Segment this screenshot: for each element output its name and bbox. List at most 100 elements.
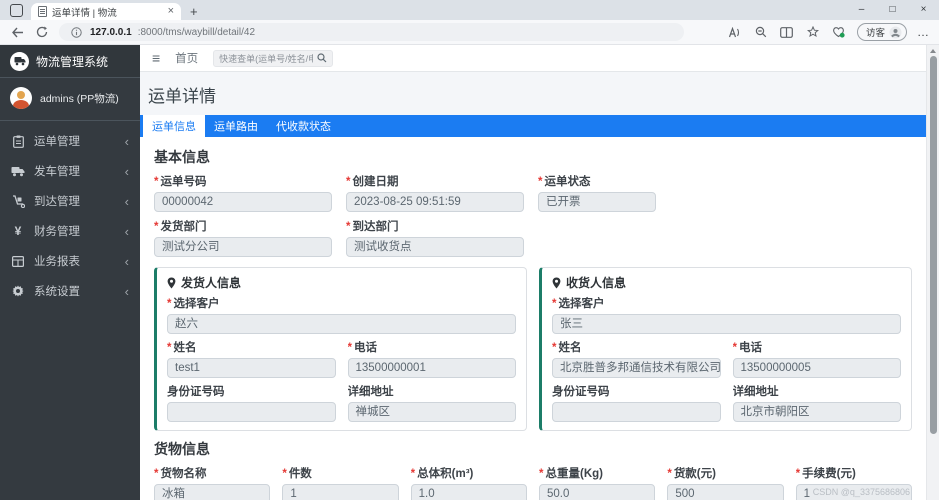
sidebar-item-settings[interactable]: 系统设置 ‹ [0,276,140,306]
tab-close-icon[interactable]: × [168,6,174,17]
search-icon [317,53,327,63]
from-dept-input[interactable]: 测试分公司 [154,237,332,257]
required-mark: * [346,176,350,188]
goods-qty-input[interactable]: 1 [282,484,398,500]
required-mark: * [167,342,171,354]
sidebar-item-reports[interactable]: 业务报表 ‹ [0,246,140,276]
field-label-text: 货物名称 [160,468,206,480]
field-label: *选择客户 [167,295,516,311]
tab-cod-status[interactable]: 代收款状态 [267,115,340,137]
sender-panel: 发货人信息 *选择客户 赵六 *姓名 test1 *电 [154,267,527,431]
sidebar-item-finance[interactable]: ¥ 财务管理 ‹ [0,216,140,246]
goods-payment-input[interactable]: 500 [667,484,783,500]
maximize-button[interactable]: □ [877,0,908,20]
location-pin-icon [552,277,561,289]
waybill-status-input[interactable]: 已开票 [538,192,656,212]
browser-titlebar: 运单详情 | 物流 × + – □ × [0,0,939,20]
browser-tab-title: 运单详情 | 物流 [52,5,163,19]
profile-button[interactable]: 访客 [857,23,907,41]
browser-tab[interactable]: 运单详情 | 物流 × [31,3,181,20]
field-label-text: 姓名 [558,342,581,354]
back-icon[interactable] [9,24,25,40]
field-label-text: 货款(元) [674,468,716,480]
required-mark: * [348,342,352,354]
location-pin-icon [167,277,176,289]
field-receiver-id-card: 身份证号码 [552,383,721,422]
scrollbar-thumb[interactable] [930,56,937,434]
read-aloud-icon[interactable] [727,24,743,40]
field-label-text: 选择客户 [173,298,219,310]
address-bar[interactable]: 127.0.0.1:8000/tms/waybill/detail/42 [59,23,684,41]
goods-name-input[interactable]: 冰箱 [154,484,270,500]
field-label-text: 选择客户 [558,298,604,310]
tab-actions-menu-icon[interactable] [10,4,23,17]
window-controls: – □ × [846,0,939,20]
field-label: *件数 [282,465,398,481]
to-dept-input[interactable]: 测试收货点 [346,237,524,257]
goods-weight-input[interactable]: 50.0 [539,484,655,500]
sidebar: 物流管理系统 admins (PP物流) 运单管理 ‹ [0,45,140,500]
field-goods-weight: *总重量(Kg) 50.0 [539,465,655,500]
goods-volume-input[interactable]: 1.0 [411,484,527,500]
sender-customer-input[interactable]: 赵六 [167,314,516,334]
url-path: :8000/tms/waybill/detail/42 [138,27,255,38]
sidebar-item-dispatch[interactable]: 发车管理 ‹ [0,156,140,186]
receiver-customer-input[interactable]: 张三 [552,314,901,334]
new-tab-button[interactable]: + [190,5,198,18]
hamburger-icon[interactable]: ≡ [152,51,160,65]
sender-name-input[interactable]: test1 [167,358,336,378]
search-input[interactable]: 快速查单(运单号/姓名/电 [213,50,333,67]
field-label: *姓名 [167,339,336,355]
scroll-up-icon[interactable] [930,49,936,53]
brand[interactable]: 物流管理系统 [0,45,140,78]
tab-waybill-info[interactable]: 运单信息 [143,115,205,137]
top-navbar: ≡ 首页 快速查单(运单号/姓名/电 [140,45,926,72]
page-title: 运单详情 [148,82,918,107]
favorites-icon[interactable] [805,24,821,40]
sidebar-item-label: 到达管理 [34,193,80,209]
chevron-left-icon: ‹ [125,195,129,208]
receiver-address-input[interactable]: 北京市朝阳区 [733,402,902,422]
receiver-name-input[interactable]: 北京胜普多邦通信技术有限公司 [552,358,721,378]
receiver-phone-input[interactable]: 13500000005 [733,358,902,378]
sender-id-card-input[interactable] [167,402,336,422]
sidebar-item-waybill[interactable]: 运单管理 ‹ [0,126,140,156]
field-label: *总体积(m³) [411,465,527,481]
sidebar-item-label: 系统设置 [34,283,80,299]
user-panel[interactable]: admins (PP物流) [0,78,140,121]
waybill-number-input[interactable]: 00000042 [154,192,332,212]
field-label-text: 详细地址 [348,386,394,398]
field-goods-qty: *件数 1 [282,465,398,500]
minimize-button[interactable]: – [846,0,877,20]
site-info-icon[interactable] [68,24,84,40]
sender-address-input[interactable]: 禅城区 [348,402,517,422]
goods-info-row: * 货物名称 冰箱 *件数 1 *总体积(m³) 1.0 *总重量(Kg) 50.… [154,465,912,500]
close-button[interactable]: × [908,0,939,20]
home-link[interactable]: 首页 [175,50,198,66]
zoom-out-icon[interactable] [753,24,769,40]
field-label: 详细地址 [733,383,902,399]
refresh-icon[interactable] [34,24,50,40]
brand-truck-icon [10,52,29,71]
browser-essentials-icon[interactable] [831,24,847,40]
settings-menu-icon[interactable]: … [917,30,930,35]
required-mark: * [538,176,542,188]
field-label-text: 发货部门 [160,221,206,233]
field-label-text: 件数 [289,468,312,480]
chevron-left-icon: ‹ [125,225,129,238]
required-mark: * [539,468,543,480]
vertical-scrollbar[interactable] [926,45,939,500]
sender-phone-input[interactable]: 13500000001 [348,358,517,378]
field-label-text: 电话 [354,342,377,354]
sidebar-item-arrival[interactable]: 到达管理 ‹ [0,186,140,216]
field-label-text: 电话 [739,342,762,354]
sender-panel-title: 发货人信息 [167,274,516,291]
tab-waybill-route[interactable]: 运单路由 [205,115,267,137]
created-date-input[interactable]: 2023-08-25 09:51:59 [346,192,524,212]
field-label-text: 姓名 [173,342,196,354]
receiver-id-card-input[interactable] [552,402,721,422]
field-label: *运单状态 [538,173,656,189]
chevron-left-icon: ‹ [125,285,129,298]
split-screen-icon[interactable] [779,24,795,40]
field-sender-id-card: 身份证号码 [167,383,336,422]
